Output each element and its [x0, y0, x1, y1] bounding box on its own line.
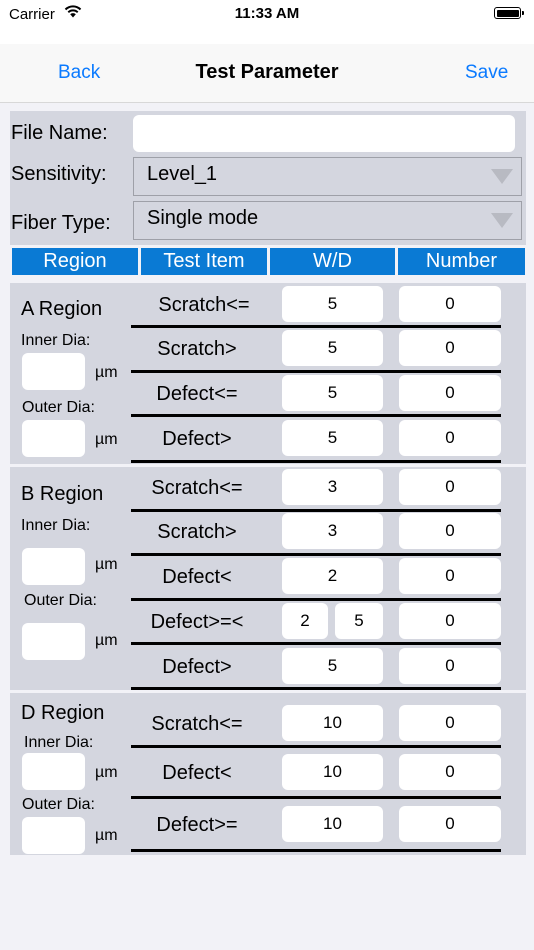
region-a-outer-label: Outer Dia: — [22, 399, 95, 416]
fiber-type-label: Fiber Type: — [11, 212, 111, 234]
row-divider — [131, 509, 501, 512]
header-test-item: Test Item — [141, 248, 267, 275]
header-number: Number — [398, 248, 525, 275]
sensitivity-value: Level_1 — [147, 163, 218, 185]
status-bar: Carrier 11:33 AM — [0, 0, 534, 44]
number-input[interactable]: 0 — [399, 705, 501, 741]
test-item-label: Scratch<= — [151, 477, 243, 499]
page-title: Test Parameter — [195, 61, 339, 83]
row-divider — [131, 460, 501, 463]
region-b-name: B Region — [21, 483, 104, 505]
region-d-inner-unit: µm — [95, 764, 118, 781]
sensitivity-select[interactable]: Level_1 — [133, 157, 522, 196]
region-a-inner-label: Inner Dia: — [21, 332, 91, 349]
wd-input[interactable]: 3 — [282, 469, 383, 505]
battery-icon — [494, 7, 524, 19]
dropdown-arrow-icon — [491, 213, 513, 228]
region-d-outer-label: Outer Dia: — [22, 796, 95, 813]
row-divider — [131, 325, 501, 328]
row-divider — [131, 370, 501, 373]
region-d-inner-dia-input[interactable] — [22, 753, 85, 790]
row-divider — [131, 796, 501, 799]
test-item-label: Defect>= — [156, 814, 238, 836]
region-b-outer-dia-input[interactable] — [22, 623, 85, 660]
region-d-name: D Region — [21, 702, 105, 724]
region-b-outer-label: Outer Dia: — [24, 592, 97, 609]
test-item-label: Defect>=< — [150, 611, 244, 633]
number-input[interactable]: 0 — [399, 603, 501, 639]
sensitivity-label: Sensitivity: — [11, 163, 107, 185]
wd-input[interactable]: 10 — [282, 705, 383, 741]
row-divider — [131, 687, 501, 690]
wd-input[interactable]: 5 — [282, 375, 383, 411]
test-item-label: Defect< — [162, 762, 232, 784]
row-divider — [131, 642, 501, 645]
test-item-label: Defect> — [162, 428, 232, 450]
header-region: Region — [12, 248, 138, 275]
number-input[interactable]: 0 — [399, 286, 501, 322]
wd-max-input[interactable]: 5 — [335, 603, 383, 639]
region-b-outer-unit: µm — [95, 632, 118, 649]
wd-input[interactable]: 2 — [282, 558, 383, 594]
wd-input[interactable]: 5 — [282, 286, 383, 322]
region-b-inner-dia-input[interactable] — [22, 548, 85, 585]
number-input[interactable]: 0 — [399, 375, 501, 411]
wd-input[interactable]: 3 — [282, 513, 383, 549]
test-item-label: Defect< — [162, 566, 232, 588]
region-a-inner-dia-input[interactable] — [22, 353, 85, 390]
region-d-inner-label: Inner Dia: — [24, 734, 94, 751]
file-name-input[interactable] — [133, 115, 515, 152]
test-item-label: Defect<= — [156, 383, 238, 405]
region-a-name: A Region — [21, 298, 103, 320]
wd-input[interactable]: 10 — [282, 806, 383, 842]
row-divider — [131, 598, 501, 601]
number-input[interactable]: 0 — [399, 754, 501, 790]
test-item-label: Scratch> — [157, 521, 237, 543]
wd-input[interactable]: 5 — [282, 330, 383, 366]
number-input[interactable]: 0 — [399, 469, 501, 505]
region-a-inner-unit: µm — [95, 364, 118, 381]
number-input[interactable]: 0 — [399, 806, 501, 842]
row-divider — [131, 553, 501, 556]
wd-input[interactable]: 5 — [282, 420, 383, 456]
region-a-outer-dia-input[interactable] — [22, 420, 85, 457]
row-divider — [131, 849, 501, 852]
wd-input[interactable]: 5 — [282, 648, 383, 684]
dropdown-arrow-icon — [491, 169, 513, 184]
test-item-label: Scratch> — [157, 338, 237, 360]
region-a-outer-unit: µm — [95, 431, 118, 448]
test-item-label: Defect> — [162, 656, 232, 678]
test-item-label: Scratch<= — [158, 294, 250, 316]
fiber-type-value: Single mode — [147, 207, 259, 229]
wd-input[interactable]: 10 — [282, 754, 383, 790]
region-b-inner-unit: µm — [95, 556, 118, 573]
number-input[interactable]: 0 — [399, 420, 501, 456]
wd-min-input[interactable]: 2 — [282, 603, 328, 639]
region-d-outer-dia-input[interactable] — [22, 817, 85, 854]
header-wd: W/D — [270, 248, 395, 275]
number-input[interactable]: 0 — [399, 558, 501, 594]
navigation-bar: Back Test Parameter Save — [0, 44, 534, 103]
save-button[interactable]: Save — [465, 62, 508, 84]
file-name-label: File Name: — [11, 122, 108, 144]
test-item-label: Scratch<= — [151, 713, 243, 735]
number-input[interactable]: 0 — [399, 330, 501, 366]
region-d-outer-unit: µm — [95, 827, 118, 844]
row-divider — [131, 414, 501, 417]
number-input[interactable]: 0 — [399, 513, 501, 549]
number-input[interactable]: 0 — [399, 648, 501, 684]
fiber-type-select[interactable]: Single mode — [133, 201, 522, 240]
region-b-inner-label: Inner Dia: — [21, 517, 91, 534]
row-divider — [131, 745, 501, 748]
clock: 11:33 AM — [234, 5, 300, 22]
